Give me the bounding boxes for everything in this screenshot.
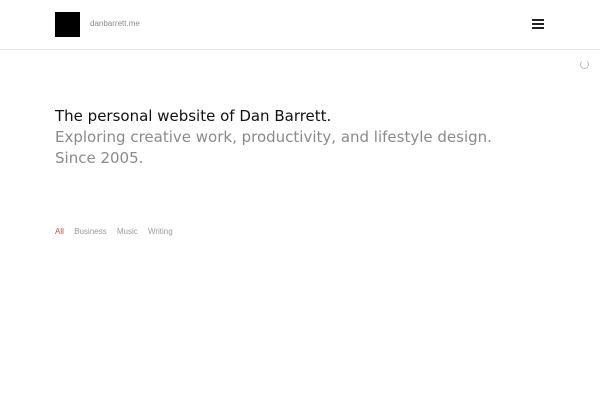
- intro-section: The personal website of Dan Barrett. Exp…: [55, 106, 535, 169]
- filter-writing[interactable]: Writing: [148, 227, 173, 236]
- menu-bar: [532, 27, 544, 29]
- filter-music[interactable]: Music: [117, 227, 138, 236]
- filter-all[interactable]: All: [55, 227, 64, 236]
- hamburger-menu-icon[interactable]: [532, 17, 545, 31]
- site-header: danbarrett.me: [0, 0, 600, 50]
- logo-square-icon[interactable]: [55, 12, 80, 37]
- category-filters: All Business Music Writing: [55, 227, 181, 237]
- loading-spinner-icon: [580, 60, 589, 69]
- menu-bar: [532, 23, 544, 25]
- intro-title: The personal website of Dan Barrett.: [55, 107, 332, 125]
- intro-subtitle: Exploring creative work, productivity, a…: [55, 128, 492, 167]
- filter-business[interactable]: Business: [74, 227, 106, 236]
- menu-bar: [532, 19, 544, 21]
- site-name-link[interactable]: danbarrett.me: [90, 19, 140, 28]
